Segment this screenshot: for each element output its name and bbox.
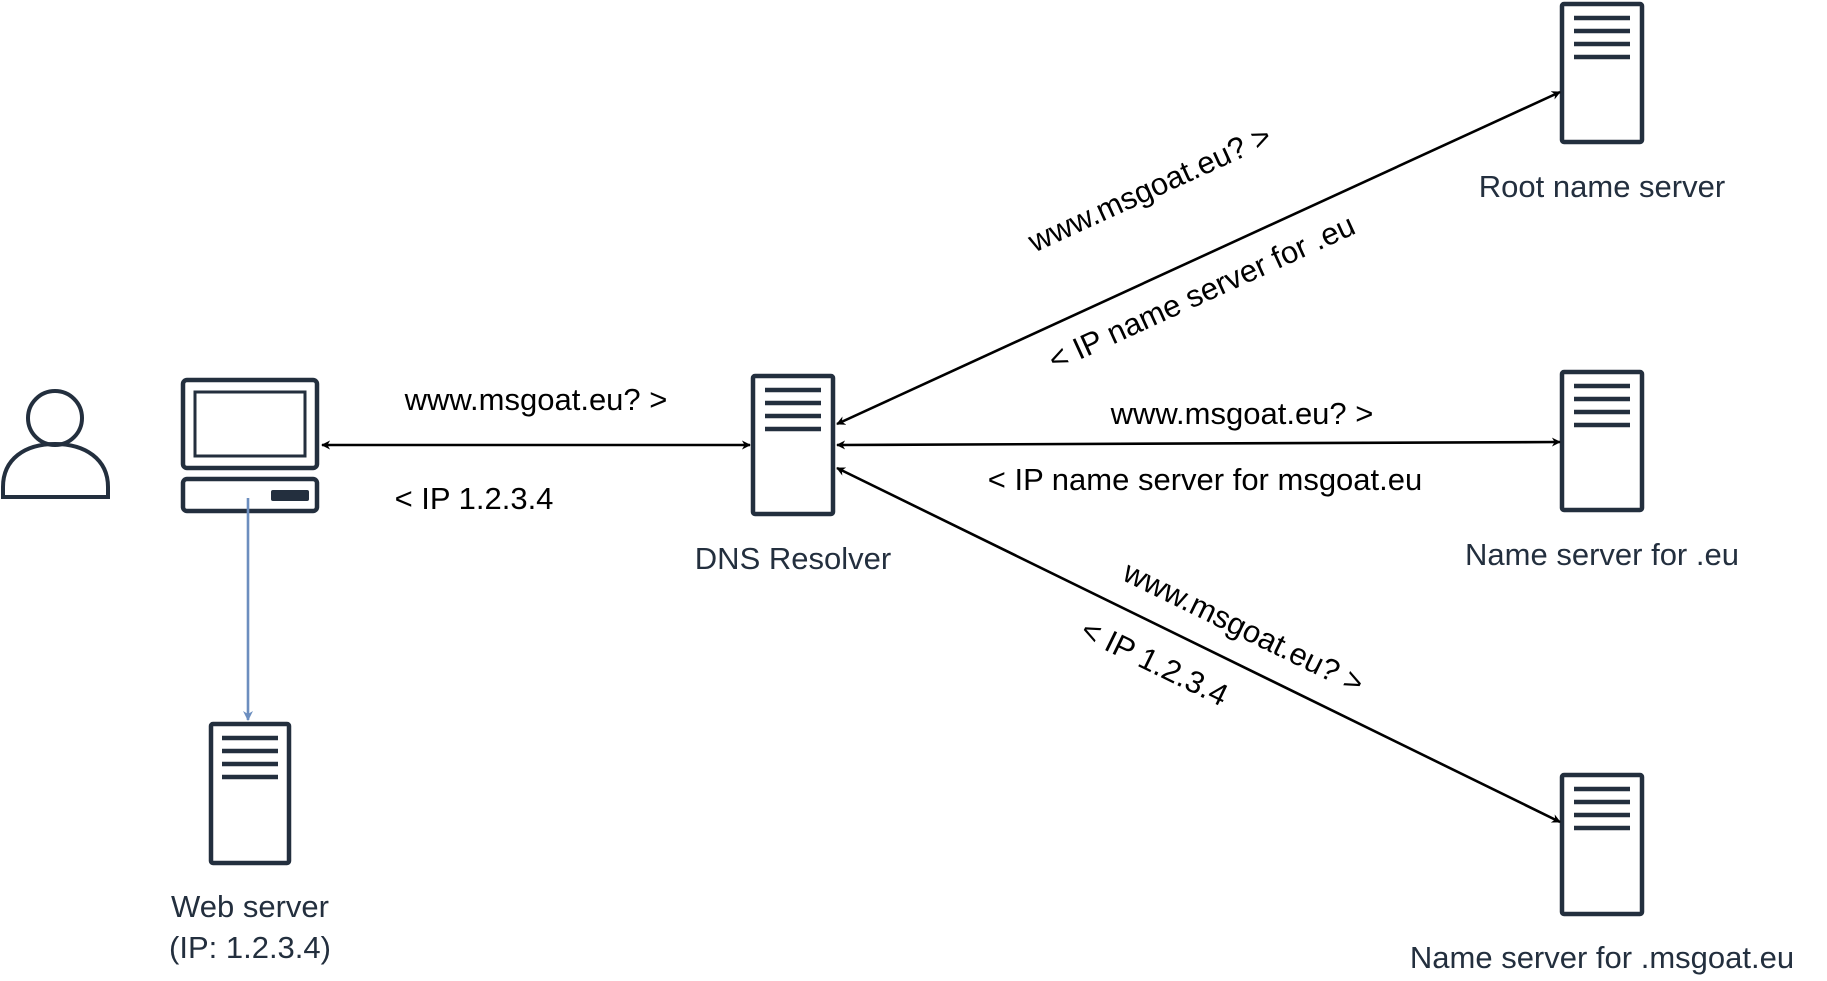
msgoat-name-server-label: Name server for .msgoat.eu [1410, 940, 1794, 975]
root-name-server-label: Root name server [1479, 169, 1725, 204]
eu-reply-label: < IP name server for msgoat.eu [988, 462, 1423, 497]
resolver-root-arrow [836, 90, 1561, 426]
client-query-label: www.msgoat.eu? > [404, 382, 668, 417]
root-query-label: www.msgoat.eu? > [1022, 118, 1276, 260]
web-server-icon[interactable] [208, 721, 292, 866]
resolver-msgoat-arrow [836, 466, 1561, 824]
web-server-ip-label: (IP: 1.2.3.4) [169, 930, 331, 965]
user-icon [1, 389, 110, 499]
msgoat-name-server-icon[interactable] [1559, 772, 1645, 917]
computer-icon[interactable] [180, 377, 320, 514]
client-reply-label: < IP 1.2.3.4 [395, 481, 554, 516]
eu-name-server-label: Name server for .eu [1465, 537, 1739, 572]
eu-name-server-icon[interactable] [1559, 369, 1645, 513]
web-server-label: Web server [171, 889, 329, 924]
root-name-server-icon[interactable] [1559, 1, 1645, 145]
dns-resolution-diagram: marker path { } Web server (IP: 1.2.3.4)… [1, 1, 1794, 975]
dns-resolver-label: DNS Resolver [695, 541, 891, 576]
dns-resolver-icon[interactable] [750, 373, 836, 517]
eu-query-label: www.msgoat.eu? > [1110, 396, 1374, 431]
resolver-eu-arrow [836, 437, 1561, 450]
